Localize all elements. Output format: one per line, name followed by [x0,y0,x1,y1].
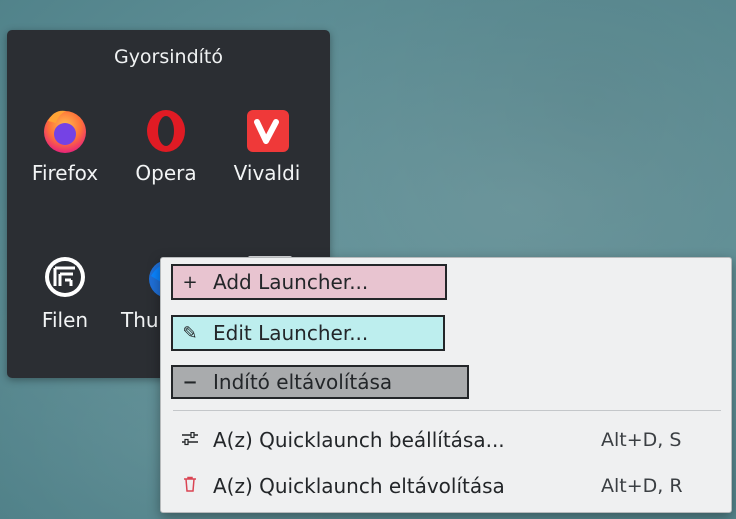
vivaldi-icon [247,110,289,152]
launcher-vivaldi[interactable]: Vivaldi [217,105,317,185]
shortcut-label: Alt+D, S [601,429,682,451]
menu-item-label: A(z) Quicklaunch eltávolítása [213,474,505,498]
menu-separator [173,410,721,411]
menu-item-label: Edit Launcher... [213,321,369,345]
menu-item-label: A(z) Quicklaunch beállítása... [213,428,505,452]
remove-quicklaunch-menu-item[interactable]: A(z) Quicklaunch eltávolítása Alt+D, R [173,468,721,504]
menu-item-label: Add Launcher... [213,270,369,294]
panel-title: Gyorsindító [113,46,224,68]
shortcut-label: Alt+D, R [601,475,683,497]
configure-quicklaunch-menu-item[interactable]: A(z) Quicklaunch beállítása... Alt+D, S [173,422,721,458]
launcher-filen[interactable]: Filen [15,252,115,332]
launcher-opera[interactable]: Opera [116,105,216,185]
launcher-label: Opera [135,161,197,185]
edit-launcher-menu-item[interactable]: ✎ Edit Launcher... [171,315,445,351]
add-launcher-menu-item[interactable]: + Add Launcher... [171,264,447,300]
launcher-label: Filen [41,308,89,332]
launcher-firefox[interactable]: Firefox [15,105,115,185]
filen-icon [45,257,85,297]
remove-launcher-menu-item[interactable]: − Indító eltávolítása [171,365,469,399]
trash-icon [179,476,201,497]
menu-item-label: Indító eltávolítása [213,370,393,394]
opera-icon [147,110,185,152]
configure-icon [179,430,201,451]
launcher-label: Firefox [31,161,99,185]
minus-icon: − [182,371,198,393]
pencil-icon: ✎ [182,322,198,344]
plus-icon: + [182,271,198,293]
firefox-icon [44,110,86,153]
context-menu: + Add Launcher... ✎ Edit Launcher... − I… [160,257,732,513]
launcher-label: Vivaldi [233,161,301,185]
